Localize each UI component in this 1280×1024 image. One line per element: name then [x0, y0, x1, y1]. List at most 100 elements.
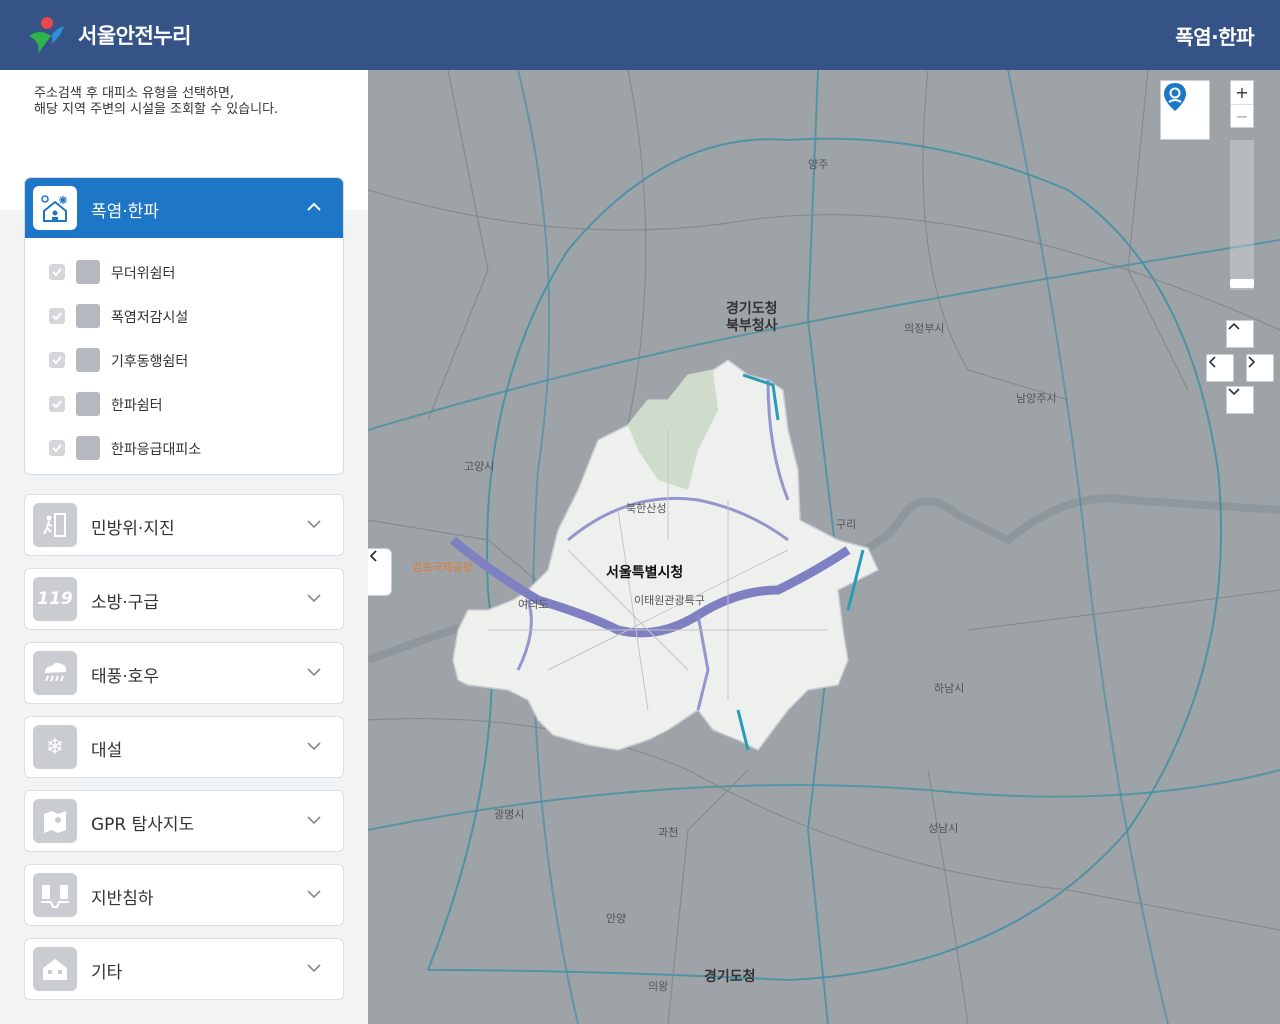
category-header[interactable]: ❄ 대설: [25, 717, 343, 777]
category-label: 기타: [91, 963, 123, 983]
category-header[interactable]: 기타: [25, 939, 343, 999]
chevron-down-icon[interactable]: [305, 663, 323, 681]
category-heavy-snow[interactable]: ❄ 대설: [24, 716, 344, 778]
chevron-down-icon[interactable]: [305, 589, 323, 607]
category-header-heat-cold[interactable]: 폭염·한파: [25, 178, 343, 238]
category-civil-defense[interactable]: 민방위·지진: [24, 494, 344, 556]
chevron-up-icon[interactable]: [305, 198, 323, 216]
chevron-down-icon[interactable]: [305, 811, 323, 829]
collapse-sidebar-button[interactable]: [368, 548, 392, 596]
map-label-anyang[interactable]: 안양: [606, 910, 626, 926]
map-label-yeouido[interactable]: 여의도: [518, 596, 548, 612]
sub-item-climate-shelter[interactable]: 기후동행쉼터: [25, 338, 343, 382]
map-label-goyang[interactable]: 고양시: [464, 458, 494, 474]
chevron-down-icon[interactable]: [305, 959, 323, 977]
category-label: 태풍·호우: [91, 667, 159, 687]
zoom-slider-track[interactable]: [1230, 140, 1254, 290]
map-label-namyangju[interactable]: 남양주시: [1016, 390, 1056, 406]
map-label-gwacheon[interactable]: 과천: [658, 824, 678, 840]
chevron-right-icon: [1248, 356, 1256, 368]
sub-item-cold-emergency[interactable]: 한파응급대피소: [25, 426, 343, 470]
cold-shelter-icon: [76, 392, 100, 416]
heat-cold-icon: [33, 186, 77, 230]
map-label-seongnam[interactable]: 성남시: [928, 820, 958, 836]
map-label-gimpo[interactable]: 김포국제공항: [412, 559, 473, 575]
map-label-gyeonggi-south[interactable]: 경기도청: [704, 966, 756, 986]
sinkhole-icon: [33, 873, 77, 917]
map-label-yangju[interactable]: 양주: [808, 156, 828, 172]
sub-item-label: 기후동행쉼터: [111, 354, 189, 370]
chevron-up-icon: [1228, 322, 1240, 330]
checkbox[interactable]: [49, 308, 65, 324]
sidebar: 주소검색 후 대피소 유형을 선택하면, 해당 지역 주변의 시설을 조회할 수…: [0, 70, 368, 1024]
category-label: 소방·구급: [91, 593, 159, 613]
seoul-logo-icon[interactable]: [24, 14, 66, 56]
snow-icon: ❄: [33, 725, 77, 769]
category-heat-cold: 폭염·한파 무더위쉼터 폭염저감시설 기후동행쉼터 한파쉼터 한파응급대피소: [24, 177, 344, 475]
category-sinkhole[interactable]: 지반침하: [24, 864, 344, 926]
other-building-icon: [33, 947, 77, 991]
sub-item-heat-reduction[interactable]: 폭염저감시설: [25, 294, 343, 338]
sub-item-label: 한파응급대피소: [111, 442, 202, 458]
category-header[interactable]: 태풍·호우: [25, 643, 343, 703]
map-canvas[interactable]: [368, 70, 1280, 1024]
map-label-itaewon[interactable]: 이태원관광특구: [634, 592, 705, 608]
map-label-uiwang[interactable]: 의왕: [648, 978, 668, 994]
sub-list: 무더위쉼터 폭염저감시설 기후동행쉼터 한파쉼터 한파응급대피소: [25, 238, 343, 474]
sub-item-cold-shelter[interactable]: 한파쉼터: [25, 382, 343, 426]
map-label-gwangmyeong[interactable]: 광명시: [494, 806, 524, 822]
category-fire-ems[interactable]: 119 소방·구급: [24, 568, 344, 630]
category-other[interactable]: 기타: [24, 938, 344, 1000]
category-typhoon-rain[interactable]: 태풍·호우: [24, 642, 344, 704]
zoom-control: + −: [1230, 80, 1254, 128]
zoom-out-button[interactable]: −: [1231, 104, 1253, 127]
sub-item-label: 한파쉼터: [111, 398, 163, 414]
pan-right-button[interactable]: [1246, 354, 1274, 382]
category-gpr-map[interactable]: GPR 탐사지도: [24, 790, 344, 852]
category-label: 대설: [91, 741, 123, 761]
typhoon-rain-icon: [33, 651, 77, 695]
category-header[interactable]: GPR 탐사지도: [25, 791, 343, 851]
intro-line-1: 주소검색 후 대피소 유형을 선택하면,: [34, 86, 235, 101]
category-header[interactable]: 119 소방·구급: [25, 569, 343, 629]
chevron-down-icon[interactable]: [305, 737, 323, 755]
map-view[interactable]: 서울특별시청 경기도청 북부청사 경기도청 김포국제공항 이태원관광특구 북한산…: [368, 70, 1280, 1024]
chevron-left-icon: [369, 550, 377, 562]
zoom-slider-handle[interactable]: [1230, 279, 1254, 288]
category-label: 지반침하: [91, 889, 154, 909]
sub-item-label: 폭염저감시설: [111, 310, 189, 326]
map-label-uijeongbu[interactable]: 의정부시: [904, 320, 944, 336]
evacuation-icon: [33, 503, 77, 547]
chevron-down-icon[interactable]: [305, 515, 323, 533]
checkbox[interactable]: [49, 264, 65, 280]
sub-item-label: 무더위쉼터: [111, 266, 176, 282]
app-header: 서울안전누리 폭염·한파: [0, 0, 1280, 70]
fire-119-icon: 119: [33, 577, 77, 621]
category-label: 민방위·지진: [91, 519, 175, 539]
map-label-gyeonggi-north-2[interactable]: 북부청사: [726, 315, 778, 335]
sub-item-heat-shelter[interactable]: 무더위쉼터: [25, 250, 343, 294]
pan-left-button[interactable]: [1206, 354, 1234, 382]
pan-down-button[interactable]: [1226, 386, 1254, 414]
climate-shelter-icon: [76, 348, 100, 372]
chevron-down-icon[interactable]: [305, 885, 323, 903]
category-label: GPR 탐사지도: [91, 815, 195, 835]
checkbox[interactable]: [49, 396, 65, 412]
locate-button[interactable]: [1160, 80, 1210, 140]
checkbox[interactable]: [49, 440, 65, 456]
map-label-hanam[interactable]: 하남시: [934, 680, 964, 696]
zoom-in-button[interactable]: +: [1231, 81, 1253, 104]
gpr-map-icon: [33, 799, 77, 843]
location-pin-icon: [1164, 83, 1186, 111]
category-header[interactable]: 민방위·지진: [25, 495, 343, 555]
intro-line-2: 해당 지역 주변의 시설을 조회할 수 있습니다.: [34, 102, 279, 117]
map-label-bukhansan[interactable]: 북한산성: [626, 500, 666, 516]
checkbox[interactable]: [49, 352, 65, 368]
map-label-city-hall[interactable]: 서울특별시청: [606, 562, 683, 582]
pan-up-button[interactable]: [1226, 320, 1254, 348]
map-label-guri[interactable]: 구리: [836, 516, 856, 532]
app-title[interactable]: 서울안전누리: [78, 20, 191, 50]
chevron-left-icon: [1208, 356, 1216, 368]
category-header[interactable]: 지반침하: [25, 865, 343, 925]
category-label: 폭염·한파: [91, 202, 159, 222]
